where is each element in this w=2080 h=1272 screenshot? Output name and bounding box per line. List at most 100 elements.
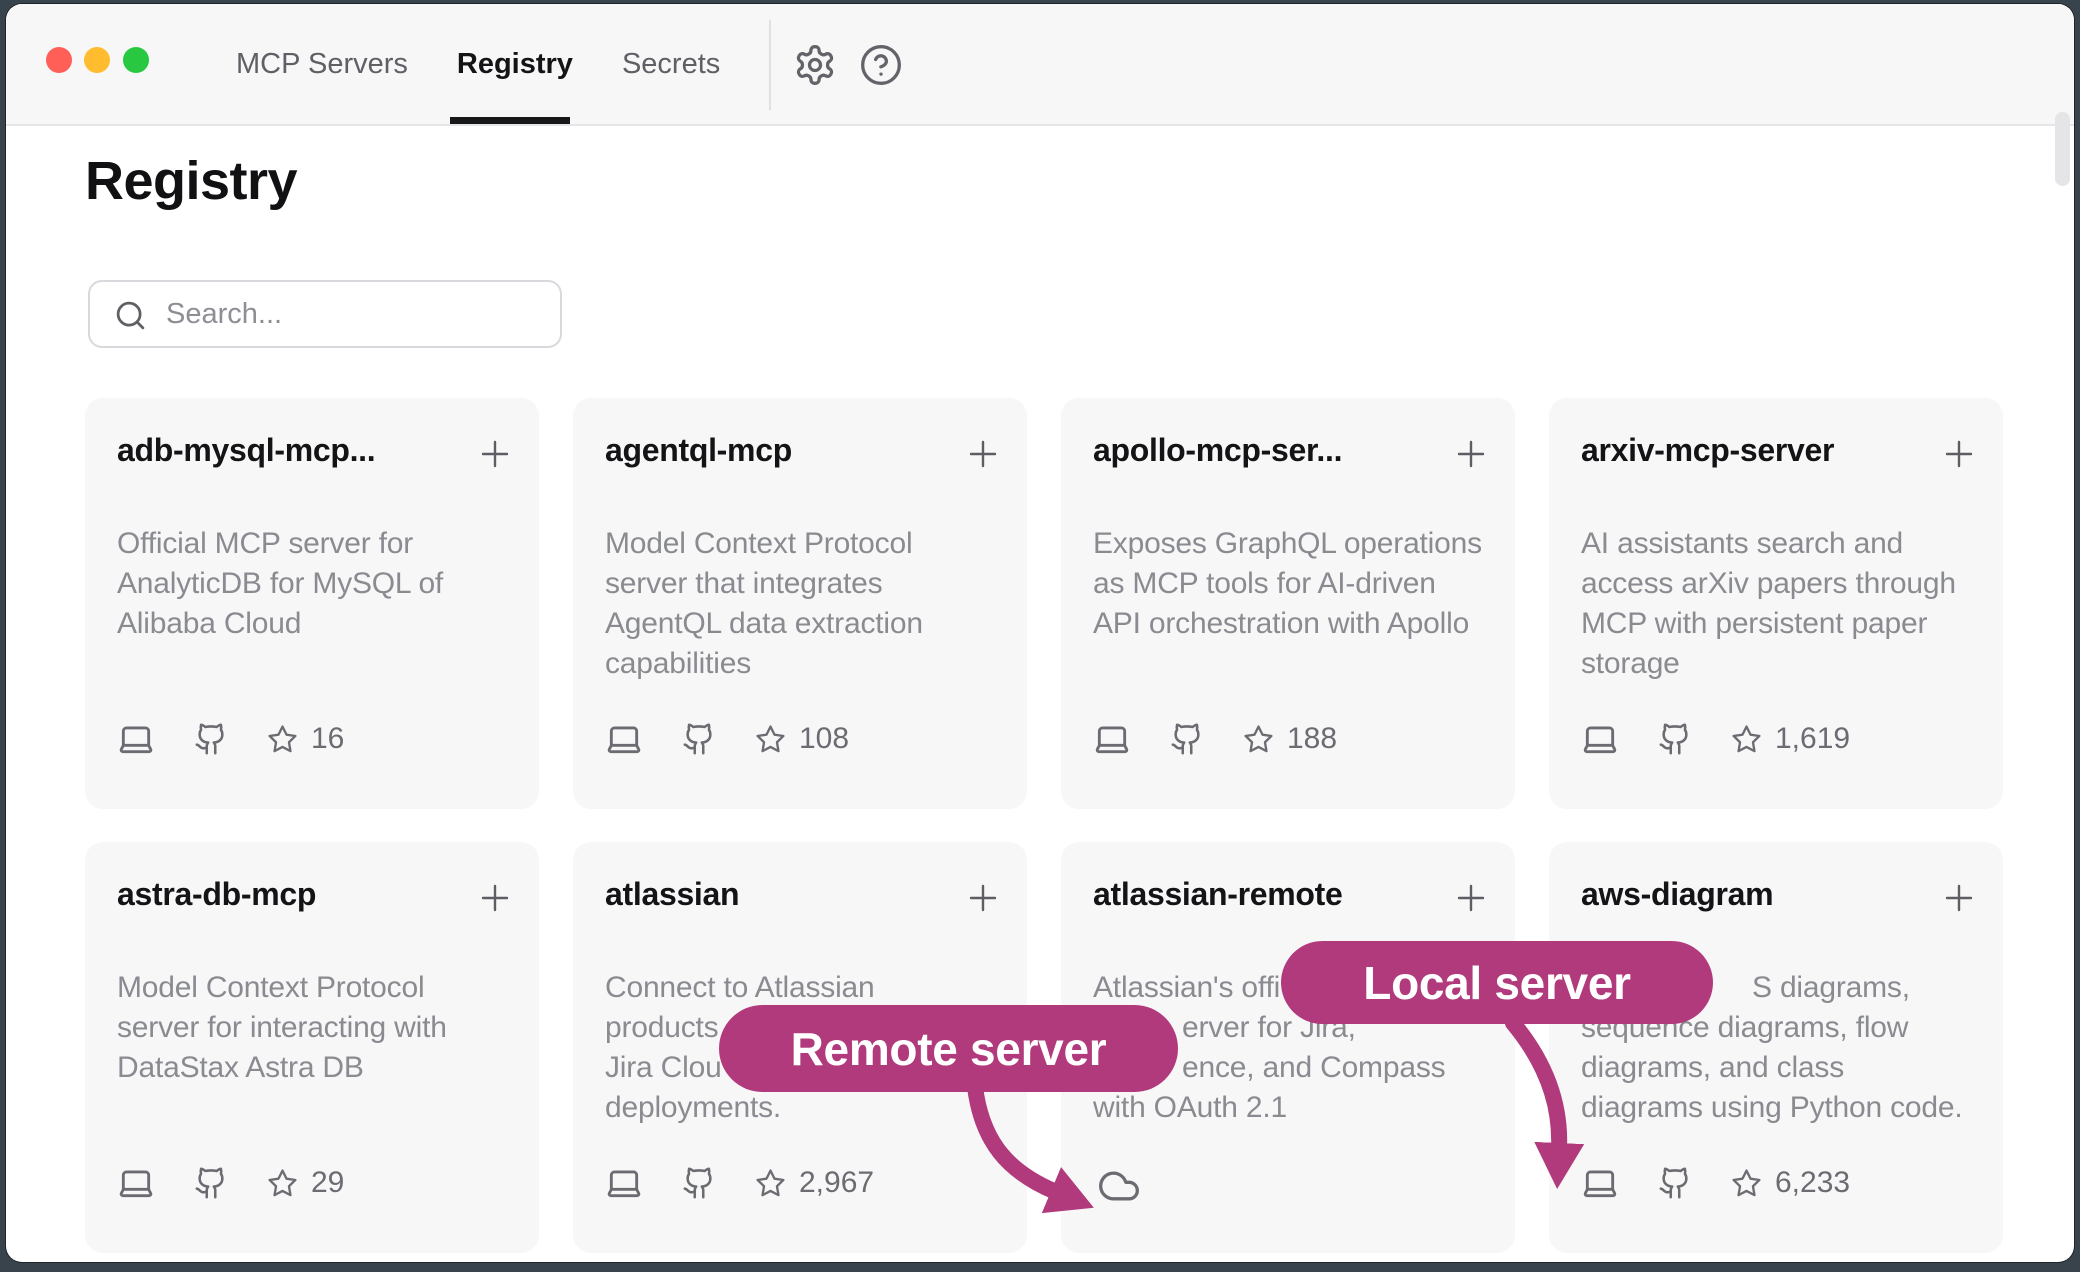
- search-box: [88, 280, 562, 348]
- star-count: 108: [799, 722, 849, 756]
- server-description: Model Context Protocol server for intera…: [117, 968, 513, 1088]
- add-icon: [477, 436, 513, 472]
- server-description: S diagrams, sequence diagrams, flow diag…: [1581, 968, 1977, 1128]
- server-card-atlassian-remote[interactable]: atlassian-remote Atlassian's offi erver …: [1061, 842, 1515, 1253]
- star-icon: [1731, 1168, 1762, 1199]
- add-icon: [1941, 880, 1977, 916]
- star-count-group: 29: [267, 1166, 344, 1200]
- server-name: arxiv-mcp-server: [1581, 432, 1834, 469]
- server-description: Exposes GraphQL operations as MCP tools …: [1093, 524, 1489, 644]
- laptop-icon: [605, 720, 643, 758]
- add-icon: [1453, 880, 1489, 916]
- star-count-group: 1,619: [1731, 722, 1850, 756]
- scrollbar-thumb[interactable]: [2055, 112, 2070, 186]
- tab-secrets[interactable]: Secrets: [622, 48, 720, 81]
- star-count: 2,967: [799, 1166, 874, 1200]
- help-icon[interactable]: [859, 43, 903, 87]
- server-name: atlassian: [605, 876, 739, 913]
- add-server-button[interactable]: [477, 880, 513, 916]
- tab-registry[interactable]: Registry: [457, 48, 573, 81]
- laptop-icon: [1581, 720, 1619, 758]
- card-footer: [1093, 1164, 1145, 1208]
- close-button[interactable]: [46, 47, 72, 73]
- screenshot-stage: MCP Servers Registry Secrets: [0, 0, 2080, 1272]
- star-count: 1,619: [1775, 722, 1850, 756]
- star-count: 29: [311, 1166, 344, 1200]
- card-footer: 2,967: [605, 1164, 874, 1202]
- server-description: Atlassian's offi erver for Jira, ence, a…: [1093, 968, 1489, 1128]
- server-name: aws-diagram: [1581, 876, 1773, 913]
- server-description: Connect to Atlassian products Jira Clou …: [605, 968, 1001, 1128]
- star-count-group: 6,233: [1731, 1166, 1850, 1200]
- add-server-button[interactable]: [477, 436, 513, 472]
- star-icon: [1243, 724, 1274, 755]
- server-card-arxiv-mcp-server[interactable]: arxiv-mcp-server AI assistants search an…: [1549, 398, 2003, 809]
- server-card-aws-diagram[interactable]: aws-diagram S diagrams, sequence diagram…: [1549, 842, 2003, 1253]
- card-footer: 6,233: [1581, 1164, 1850, 1202]
- server-card-apollo-mcp-server[interactable]: apollo-mcp-ser... Exposes GraphQL operat…: [1061, 398, 1515, 809]
- server-card-astra-db-mcp[interactable]: astra-db-mcp Model Context Protocol serv…: [85, 842, 539, 1253]
- star-icon: [755, 1168, 786, 1199]
- header-divider: [769, 20, 771, 110]
- add-icon: [965, 436, 1001, 472]
- github-icon: [1170, 722, 1204, 756]
- app-window: MCP Servers Registry Secrets: [6, 4, 2074, 1262]
- card-footer: 1,619: [1581, 720, 1850, 758]
- search-input[interactable]: [164, 282, 544, 346]
- star-count-group: 16: [267, 722, 344, 756]
- laptop-icon: [1581, 1164, 1619, 1202]
- tab-bar: MCP Servers Registry Secrets: [236, 4, 720, 124]
- card-footer: 188: [1093, 720, 1337, 758]
- github-icon: [682, 722, 716, 756]
- laptop-icon: [117, 720, 155, 758]
- github-icon: [1658, 722, 1692, 756]
- add-server-button[interactable]: [1941, 880, 1977, 916]
- zoom-button[interactable]: [123, 47, 149, 73]
- add-server-button[interactable]: [1453, 880, 1489, 916]
- laptop-icon: [605, 1164, 643, 1202]
- minimize-button[interactable]: [84, 47, 110, 73]
- add-server-button[interactable]: [965, 436, 1001, 472]
- server-description: AI assistants search and access arXiv pa…: [1581, 524, 1977, 684]
- gear-icon[interactable]: [793, 43, 837, 87]
- star-icon: [267, 724, 298, 755]
- server-card-atlassian[interactable]: atlassian Connect to Atlassian products …: [573, 842, 1027, 1253]
- tab-mcp-servers[interactable]: MCP Servers: [236, 48, 408, 81]
- card-footer: 29: [117, 1164, 344, 1202]
- server-description: Model Context Protocol server that integ…: [605, 524, 1001, 684]
- add-server-button[interactable]: [1941, 436, 1977, 472]
- star-count: 188: [1287, 722, 1337, 756]
- add-icon: [477, 880, 513, 916]
- card-footer: 108: [605, 720, 849, 758]
- server-description: Official MCP server for AnalyticDB for M…: [117, 524, 513, 644]
- laptop-icon: [1093, 720, 1131, 758]
- github-icon: [682, 1166, 716, 1200]
- star-count-group: 188: [1243, 722, 1337, 756]
- github-icon: [194, 722, 228, 756]
- add-server-button[interactable]: [965, 880, 1001, 916]
- cloud-icon: [1093, 1164, 1145, 1208]
- server-card-adb-mysql-mcp[interactable]: adb-mysql-mcp... Official MCP server for…: [85, 398, 539, 809]
- github-icon: [194, 1166, 228, 1200]
- laptop-icon: [117, 1164, 155, 1202]
- server-grid: adb-mysql-mcp... Official MCP server for…: [85, 398, 2003, 1253]
- add-icon: [1941, 436, 1977, 472]
- server-card-agentql-mcp[interactable]: agentql-mcp Model Context Protocol serve…: [573, 398, 1027, 809]
- github-icon: [1658, 1166, 1692, 1200]
- active-tab-indicator: [450, 117, 570, 124]
- add-icon: [965, 880, 1001, 916]
- page-title: Registry: [85, 150, 297, 212]
- star-icon: [1731, 724, 1762, 755]
- server-name: adb-mysql-mcp...: [117, 432, 375, 469]
- add-server-button[interactable]: [1453, 436, 1489, 472]
- server-name: apollo-mcp-ser...: [1093, 432, 1342, 469]
- star-icon: [755, 724, 786, 755]
- star-count-group: 108: [755, 722, 849, 756]
- server-name: agentql-mcp: [605, 432, 792, 469]
- star-icon: [267, 1168, 298, 1199]
- server-name: astra-db-mcp: [117, 876, 316, 913]
- add-icon: [1453, 436, 1489, 472]
- star-count-group: 2,967: [755, 1166, 874, 1200]
- card-footer: 16: [117, 720, 344, 758]
- search-icon: [114, 299, 147, 332]
